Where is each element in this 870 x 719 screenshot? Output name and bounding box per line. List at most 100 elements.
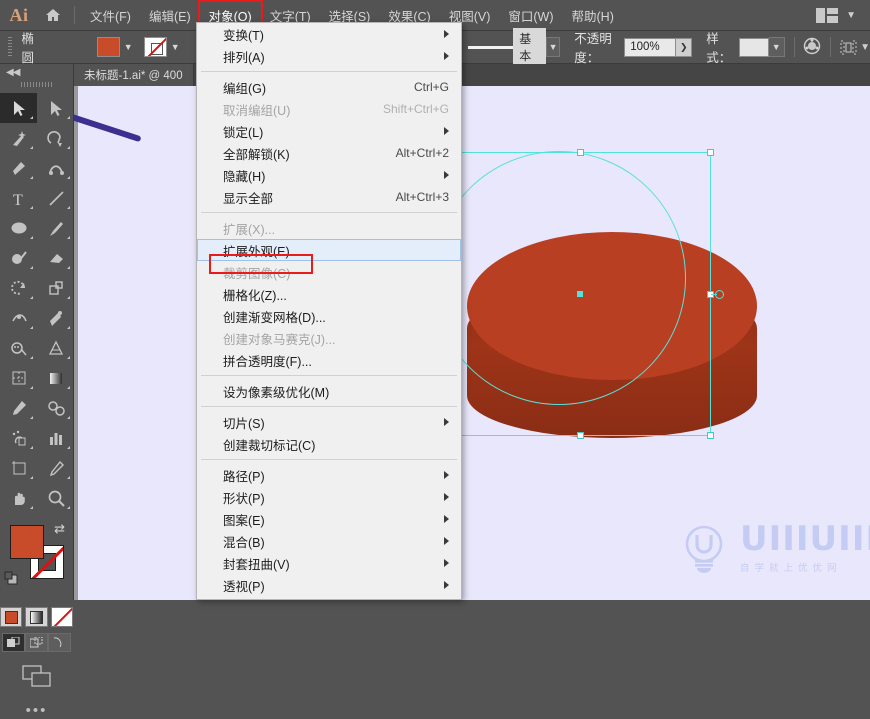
draw-behind-button[interactable] xyxy=(25,633,48,652)
svg-text:T: T xyxy=(13,192,23,207)
menu-item-5-3[interactable]: 混合(B) xyxy=(197,530,461,552)
direct-selection-tool[interactable] xyxy=(37,93,74,123)
menu-item-1-5[interactable]: 显示全部 Alt+Ctrl+3 xyxy=(197,186,461,208)
canvas-left-edge xyxy=(74,86,78,600)
fill-chevron-down-icon[interactable]: ▼ xyxy=(120,37,136,57)
more-tools-icon[interactable]: ••• xyxy=(0,702,73,719)
stroke-chevron-down-icon[interactable]: ▼ xyxy=(167,37,183,57)
fill-swatch[interactable] xyxy=(97,37,121,57)
stroke-profile-label[interactable]: 基本 xyxy=(513,28,547,66)
shaper-tool[interactable] xyxy=(0,243,37,273)
menu-item-0-1[interactable]: 排列(A) xyxy=(197,45,461,67)
none-mode-button[interactable] xyxy=(50,607,73,627)
menu-item-2-4[interactable]: 创建渐变网格(D)... xyxy=(197,305,461,327)
menu-item-1-3[interactable]: 全部解锁(K) Alt+Ctrl+2 xyxy=(197,142,461,164)
hand-tool[interactable] xyxy=(0,483,37,513)
lasso-tool[interactable] xyxy=(37,123,74,153)
fill-color-swatch[interactable] xyxy=(10,525,44,559)
menubar-item-0[interactable]: 文件(F) xyxy=(81,2,140,29)
workspace-layout-icon[interactable] xyxy=(816,7,839,23)
menu-item-1-0[interactable]: 编组(G) Ctrl+G xyxy=(197,76,461,98)
shape-builder-tool[interactable] xyxy=(0,333,37,363)
menu-item-3-0[interactable]: 设为像素级优化(M) xyxy=(197,380,461,402)
width-tool[interactable] xyxy=(0,303,37,333)
magic-wand-tool[interactable] xyxy=(0,123,37,153)
document-tab[interactable]: 未标题-1.ai* @ 400 xyxy=(74,64,194,86)
handle-top-right[interactable] xyxy=(707,149,714,156)
menu-item-4-0[interactable]: 切片(S) xyxy=(197,411,461,433)
menu-item-2-1[interactable]: 扩展外观(E) xyxy=(197,239,461,261)
purple-path-artwork[interactable] xyxy=(74,90,142,143)
submenu-arrow-icon xyxy=(444,127,449,135)
collapse-panel-icon[interactable]: ◀◀ xyxy=(0,64,73,78)
line-segment-tool[interactable] xyxy=(37,183,74,213)
perspective-grid-tool[interactable] xyxy=(37,333,74,363)
slice-tool[interactable] xyxy=(37,453,74,483)
controlbar-divider-2 xyxy=(830,37,832,57)
menu-item-1-4[interactable]: 隐藏(H) xyxy=(197,164,461,186)
menubar-item-1[interactable]: 编辑(E) xyxy=(140,2,200,29)
object-menu-dropdown[interactable]: 变换(T) 排列(A) 编组(G) Ctrl+G 取消编组(U) Shift+Ctrl+G… xyxy=(196,22,462,600)
opacity-input[interactable]: 100% xyxy=(624,37,677,57)
curvature-tool[interactable] xyxy=(37,153,74,183)
drawing-mode-buttons xyxy=(0,633,73,652)
menubar-item-7[interactable]: 窗口(W) xyxy=(499,2,562,29)
menu-item-5-0[interactable]: 路径(P) xyxy=(197,464,461,486)
align-icon[interactable]: ▼ xyxy=(840,40,870,55)
draw-normal-button[interactable] xyxy=(2,633,25,652)
free-transform-tool[interactable] xyxy=(37,303,74,333)
submenu-arrow-icon xyxy=(444,52,449,60)
scale-tool[interactable] xyxy=(37,273,74,303)
drag-grip-icon[interactable] xyxy=(8,37,12,57)
rotate-widget-icon[interactable] xyxy=(715,290,724,299)
menu-separator xyxy=(201,375,457,376)
menu-item-5-5[interactable]: 透视(P) xyxy=(197,574,461,596)
menu-item-label: 排列(A) xyxy=(223,50,265,65)
recolor-artwork-icon[interactable] xyxy=(803,37,821,58)
menu-item-1-2[interactable]: 锁定(L) xyxy=(197,120,461,142)
menu-item-0-0[interactable]: 变换(T) xyxy=(197,23,461,45)
column-graph-tool[interactable] xyxy=(37,423,74,453)
toolbar-drag-grip-icon[interactable] xyxy=(20,82,53,87)
paintbrush-tool[interactable] xyxy=(37,213,74,243)
chevron-down-icon[interactable]: ▼ xyxy=(846,10,856,21)
menu-item-5-1[interactable]: 形状(P) xyxy=(197,486,461,508)
stroke-profile-chevron-down-icon[interactable]: ▼ xyxy=(546,37,561,57)
opacity-stepper-chevron-right-icon[interactable]: ❯ xyxy=(676,37,693,57)
pen-tool[interactable] xyxy=(0,153,37,183)
swap-fill-stroke-icon[interactable]: ⇄ xyxy=(54,521,65,537)
artboard-tool[interactable] xyxy=(0,453,37,483)
gradient-mode-button[interactable] xyxy=(25,607,48,627)
type-tool[interactable]: T xyxy=(0,183,37,213)
artboard-canvas[interactable]: UIIIUIII 自学就上优优网 xyxy=(74,86,870,600)
handle-bottom-right[interactable] xyxy=(707,432,714,439)
blend-tool[interactable] xyxy=(37,393,74,423)
change-screen-mode-icon[interactable] xyxy=(0,664,73,688)
menu-item-5-4[interactable]: 封套扭曲(V) xyxy=(197,552,461,574)
align-chevron-down-icon[interactable]: ▼ xyxy=(860,42,870,53)
style-swatch[interactable] xyxy=(738,37,769,57)
gradient-tool[interactable] xyxy=(37,363,74,393)
home-icon[interactable] xyxy=(38,8,68,22)
menu-item-4-1[interactable]: 创建裁切标记(C) xyxy=(197,433,461,455)
submenu-arrow-icon xyxy=(444,418,449,426)
handle-bottom-center[interactable] xyxy=(577,432,584,439)
default-fill-stroke-icon[interactable] xyxy=(4,571,20,592)
zoom-tool[interactable] xyxy=(37,483,74,513)
eyedropper-tool[interactable] xyxy=(0,393,37,423)
style-chevron-down-icon[interactable]: ▼ xyxy=(768,37,785,57)
selection-tool[interactable] xyxy=(0,93,37,123)
color-swatch-mode-button[interactable] xyxy=(0,607,23,627)
mesh-tool[interactable] xyxy=(0,363,37,393)
draw-inside-button[interactable] xyxy=(48,633,71,652)
handle-top-center[interactable] xyxy=(577,149,584,156)
menubar-item-8[interactable]: 帮助(H) xyxy=(563,2,623,29)
menu-item-5-2[interactable]: 图案(E) xyxy=(197,508,461,530)
symbol-sprayer-tool[interactable] xyxy=(0,423,37,453)
rotate-tool[interactable] xyxy=(0,273,37,303)
eraser-tool[interactable] xyxy=(37,243,74,273)
menu-item-2-6[interactable]: 拼合透明度(F)... xyxy=(197,349,461,371)
menu-item-2-3[interactable]: 栅格化(Z)... xyxy=(197,283,461,305)
stroke-swatch[interactable] xyxy=(144,37,168,57)
ellipse-tool[interactable] xyxy=(0,213,37,243)
